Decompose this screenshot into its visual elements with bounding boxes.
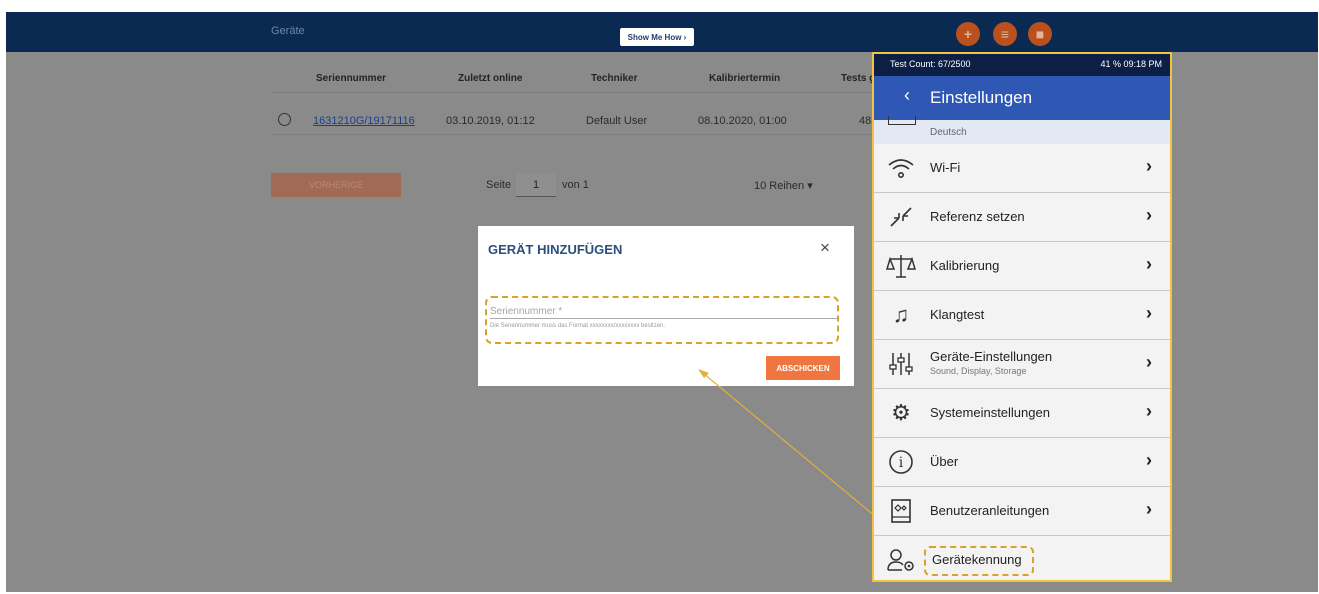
chevron-right-icon: › xyxy=(1146,401,1152,421)
menu-item-label: Wi-Fi xyxy=(930,160,961,175)
menu-item-system-settings[interactable]: ⚙ Systemeinstellungen › xyxy=(874,389,1170,438)
music-note-icon: ♫ xyxy=(892,302,910,327)
menu-item-label: Über xyxy=(930,454,959,469)
gears-icon: ⚙ xyxy=(891,400,911,425)
menu-item-device-settings[interactable]: Geräte-Einstellungen Sound, Display, Sto… xyxy=(874,340,1170,389)
serial-link[interactable]: 1631210G/19171116 xyxy=(313,115,415,127)
technician-cell: Default User xyxy=(586,115,648,127)
calibration-cell: 08.10.2020, 01:00 xyxy=(698,115,787,127)
menu-item-device-id[interactable]: Gerätekennung xyxy=(874,536,1170,580)
chevron-right-icon: › xyxy=(1146,450,1152,470)
back-icon[interactable]: ‹ xyxy=(904,85,910,106)
menu-item-label: Gerätekennung xyxy=(932,552,1022,567)
last-online-cell: 03.10.2019, 01:12 xyxy=(446,115,535,127)
tests-cell: 48 xyxy=(859,115,872,127)
rows-per-page-select[interactable]: 10 Reihen ▾ xyxy=(754,179,813,192)
wifi-icon xyxy=(886,155,916,181)
language-icon xyxy=(888,116,916,125)
info-icon: i xyxy=(886,449,916,475)
plus-icon[interactable]: + xyxy=(956,22,980,46)
filter-icon[interactable]: ≡ xyxy=(993,22,1017,46)
menu-item-wifi[interactable]: Wi-Fi › xyxy=(874,144,1170,193)
input-underline xyxy=(490,318,838,319)
chevron-right-icon: › xyxy=(1146,303,1152,323)
dialog-title: GERÄT HINZUFÜGEN xyxy=(488,242,623,257)
calibration-icon xyxy=(886,253,916,279)
chevron-right-icon: › xyxy=(1146,352,1152,372)
language-item[interactable]: Deutsch xyxy=(874,116,1170,145)
menu-item-user-guides[interactable]: Benutzeranleitungen › xyxy=(874,487,1170,536)
menu-item-label: Referenz setzen xyxy=(930,209,1025,224)
submit-button[interactable]: ABSCHICKEN xyxy=(766,356,840,380)
menu-item-label: Klangtest xyxy=(930,307,985,322)
list-icon[interactable]: ■ xyxy=(1028,22,1052,46)
highlight-box xyxy=(485,296,839,344)
menu-item-label: Geräte-Einstellungen xyxy=(930,349,1053,364)
user-gear-icon xyxy=(886,547,916,573)
menu-item-sound-test[interactable]: ♫ Klangtest › xyxy=(874,291,1170,340)
reference-icon xyxy=(886,204,916,230)
chevron-right-icon: › xyxy=(1146,156,1152,176)
test-count: Test Count: 67/2500 xyxy=(890,59,971,69)
add-device-dialog: GERÄT HINZUFÜGEN × Seriennummer * Die Se… xyxy=(478,226,854,386)
chevron-right-icon: › xyxy=(1146,499,1152,519)
guide-icon xyxy=(886,498,916,524)
settings-header: ‹ Einstellungen xyxy=(874,76,1170,120)
page-title: Geräte xyxy=(271,25,305,37)
column-header-last-online[interactable]: Zuletzt online xyxy=(458,73,522,84)
show-me-how-button[interactable]: Show Me How › xyxy=(620,28,694,46)
device-screen: Test Count: 67/2500 41 % 09:18 PM ‹ Eins… xyxy=(872,52,1172,582)
menu-item-sublabel: Sound, Display, Storage xyxy=(930,366,1027,376)
page-input[interactable]: 1 xyxy=(516,174,556,197)
row-select-radio[interactable] xyxy=(278,113,291,126)
menu-item-label: Kalibrierung xyxy=(930,258,1000,273)
language-value: Deutsch xyxy=(930,127,967,138)
menu-item-label: Systemeinstellungen xyxy=(930,405,1050,420)
divider xyxy=(271,92,876,93)
column-header-serial[interactable]: Seriennummer xyxy=(316,73,386,84)
menu-item-calibration[interactable]: Kalibrierung › xyxy=(874,242,1170,291)
page-label: Seite xyxy=(486,179,512,191)
page-total: von 1 xyxy=(562,179,589,191)
settings-title: Einstellungen xyxy=(930,88,1033,107)
close-icon[interactable]: × xyxy=(820,238,830,258)
sliders-icon xyxy=(886,351,916,377)
menu-item-reference[interactable]: Referenz setzen › xyxy=(874,193,1170,242)
menu-item-label: Benutzeranleitungen xyxy=(930,503,1050,518)
menu-item-about[interactable]: i Über › xyxy=(874,438,1170,487)
status-bar: Test Count: 67/2500 41 % 09:18 PM xyxy=(874,54,1170,76)
divider xyxy=(271,134,876,135)
chevron-right-icon: › xyxy=(1146,254,1152,274)
serial-input[interactable]: Seriennummer * xyxy=(490,306,562,317)
chevron-right-icon: › xyxy=(1146,205,1152,225)
svg-text:i: i xyxy=(899,455,904,471)
serial-help-text: Die Seriennummer muss das Format xxxxxxx… xyxy=(490,323,666,329)
column-header-technician[interactable]: Techniker xyxy=(591,73,638,84)
column-header-calibration[interactable]: Kalibriertermin xyxy=(709,73,780,84)
previous-button[interactable]: VORHERIGE xyxy=(271,173,401,197)
top-bar: Geräte Show Me How › + ≡ ■ xyxy=(6,12,1318,52)
battery-time: 41 % 09:18 PM xyxy=(1100,59,1162,69)
